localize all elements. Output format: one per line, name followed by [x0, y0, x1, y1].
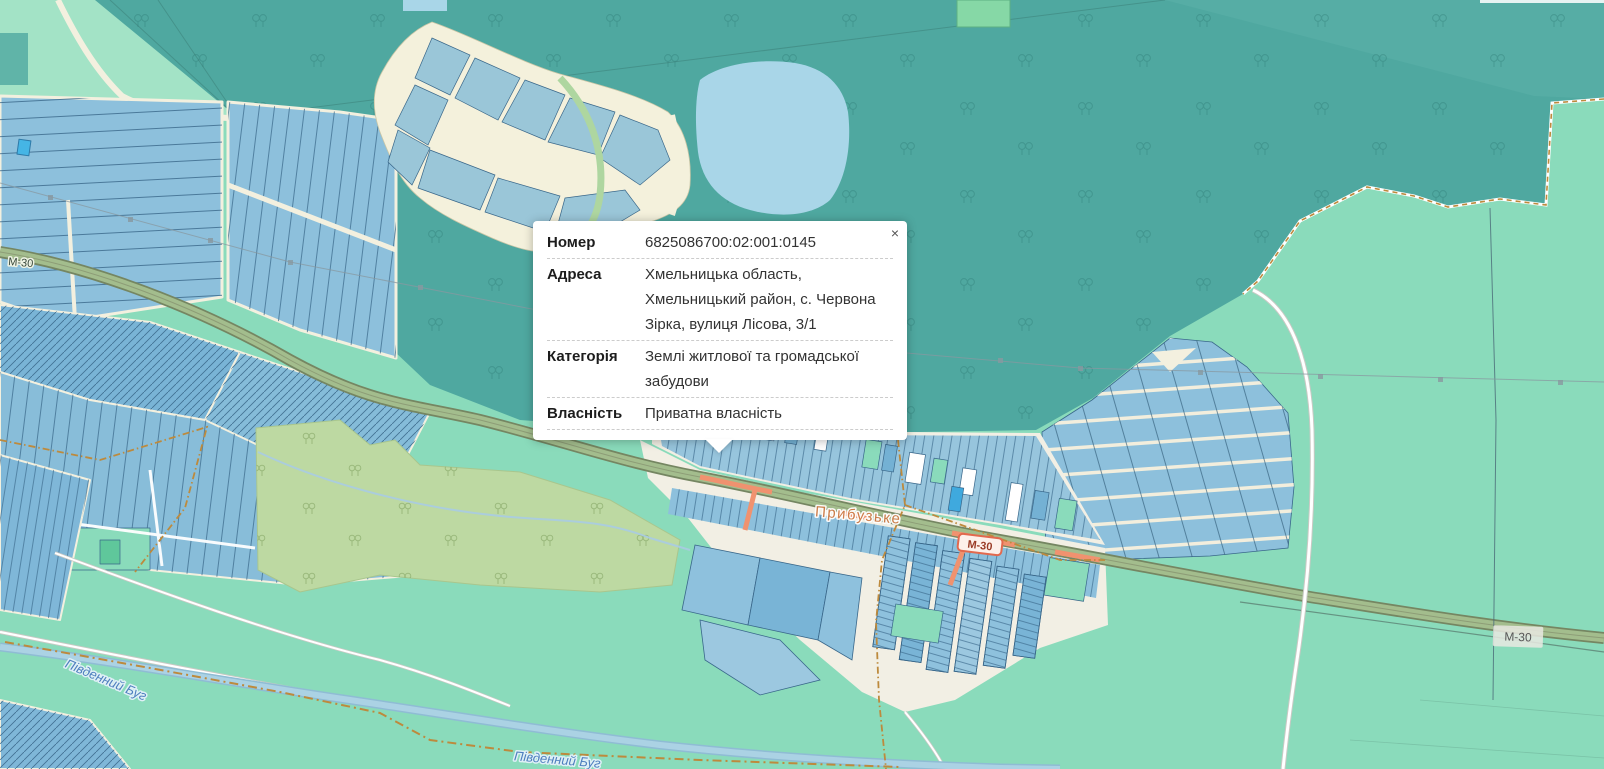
svg-text:M-30: M-30 [1504, 630, 1532, 645]
parcel-address-value: Хмельницька область, Хмельницький район,… [645, 262, 893, 337]
field-label: Власність [547, 401, 645, 426]
popup-row-address: Адреса Хмельницька область, Хмельницький… [547, 259, 893, 341]
field-label: Категорія [547, 344, 645, 394]
field-label: Номер [547, 230, 645, 255]
popup-close-button[interactable]: × [888, 223, 902, 243]
parcel-info-popup: × Номер 6825086700:02:001:0145 Адреса Хм… [533, 221, 907, 440]
popup-row-category: Категорія Землі житлової та громадської … [547, 341, 893, 398]
popup-row-number: Номер 6825086700:02:001:0145 [547, 227, 893, 259]
highlighted-parcel [17, 139, 31, 156]
parcel-number-value: 6825086700:02:001:0145 [645, 230, 893, 255]
lake [696, 61, 849, 214]
road-label-m30-right: M-30 [1493, 625, 1544, 648]
field-label: Адреса [547, 262, 645, 337]
forest-clearing [957, 0, 1010, 27]
popup-arrow [705, 439, 733, 453]
parcel-ownership-value: Приватна власність [645, 401, 893, 426]
parcel-category-value: Землі житлової та громадської забудови [645, 344, 893, 394]
popup-row-ownership: Власність Приватна власність [547, 398, 893, 430]
road-label-m30-left: М-30 [8, 256, 34, 270]
cadastral-map-viewport[interactable]: М-30 М-30 M-30 Прибузьке Південний Буг П… [0, 0, 1604, 769]
